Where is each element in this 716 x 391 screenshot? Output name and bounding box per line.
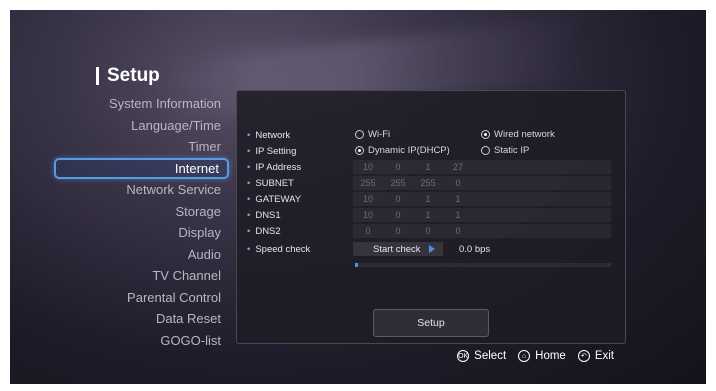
menu-item-display[interactable]: Display [54, 222, 229, 244]
title-marker [96, 67, 99, 85]
dns2-label: DNS2 [247, 226, 280, 237]
settings-menu: System Information Language/Time Timer I… [54, 93, 229, 351]
menu-item-audio[interactable]: Audio [54, 244, 229, 266]
network-label: Network [247, 130, 290, 141]
menu-item-timer[interactable]: Timer [54, 136, 229, 158]
ip-address-row: IP Address 10 0 1 27 [237, 159, 625, 175]
menu-item-system-information[interactable]: System Information [54, 93, 229, 115]
dns1-octet: 1 [455, 210, 461, 220]
subnet-octet: 0 [455, 178, 461, 188]
home-icon: ⌂ [518, 350, 531, 362]
dhcp-radio-label: Dynamic IP(DHCP) [368, 145, 450, 156]
subnet-octet: 255 [360, 178, 376, 188]
dns2-octet: 0 [455, 226, 461, 236]
dns1-row: DNS1 10 0 1 1 [237, 207, 625, 223]
dns1-octet: 1 [425, 210, 431, 220]
home-hint-label: Home [535, 350, 566, 362]
page-title-text: Setup [107, 65, 160, 86]
subnet-field[interactable]: 255 255 255 0 [353, 176, 611, 190]
gateway-row: GATEWAY 10 0 1 1 [237, 191, 625, 207]
menu-item-data-reset[interactable]: Data Reset [54, 308, 229, 330]
gateway-field[interactable]: 10 0 1 1 [353, 192, 611, 206]
menu-item-storage[interactable]: Storage [54, 201, 229, 223]
select-hint-label: Select [474, 350, 507, 362]
footer-hints: OK Select ⌂ Home ↶ Exit [457, 350, 614, 362]
internet-settings-panel: Network Wi-Fi Wired network IP Setting D… [236, 90, 626, 344]
subnet-octet: 255 [420, 178, 436, 188]
radio-off-icon [355, 130, 364, 139]
gateway-octet: 1 [425, 194, 431, 204]
wifi-radio-label: Wi-Fi [368, 129, 391, 140]
exit-hint-label: Exit [594, 350, 614, 362]
menu-item-gogo-list[interactable]: GOGO-list [54, 330, 229, 352]
ip-setting-label: IP Setting [247, 146, 296, 157]
ip-octet: 10 [362, 162, 373, 172]
wired-network-radio-label: Wired network [494, 129, 555, 140]
dns1-field[interactable]: 10 0 1 1 [353, 208, 611, 222]
network-row: Network Wi-Fi Wired network [237, 127, 625, 143]
gateway-label: GATEWAY [247, 194, 301, 205]
menu-item-internet[interactable]: Internet [54, 157, 229, 179]
dns2-octet: 0 [395, 226, 401, 236]
dns1-octet: 0 [395, 210, 401, 220]
dns1-label: DNS1 [247, 210, 280, 221]
menu-item-network-service[interactable]: Network Service [54, 179, 229, 201]
ip-address-label: IP Address [247, 162, 301, 173]
home-hint[interactable]: ⌂ Home [518, 350, 566, 362]
start-check-label: Start check [373, 243, 421, 255]
dns1-octet: 10 [362, 210, 373, 220]
back-icon: ↶ [577, 350, 590, 362]
radio-on-icon [355, 146, 364, 155]
menu-item-tv-channel[interactable]: TV Channel [54, 265, 229, 287]
ip-setting-row: IP Setting Dynamic IP(DHCP) Static IP [237, 143, 625, 159]
wifi-radio[interactable]: Wi-Fi [355, 129, 390, 140]
static-ip-radio-label: Static IP [494, 145, 530, 156]
dns2-octet: 0 [365, 226, 371, 236]
ip-octet: 1 [425, 162, 431, 172]
dns2-field[interactable]: 0 0 0 0 [353, 224, 611, 238]
dns2-row: DNS2 0 0 0 0 [237, 223, 625, 239]
subnet-label: SUBNET [247, 178, 294, 189]
exit-hint[interactable]: ↶ Exit [577, 350, 614, 362]
tv-screen: Setup System Information Language/Time T… [10, 10, 706, 384]
radio-off-icon [481, 146, 490, 155]
ip-address-field[interactable]: 10 0 1 27 [353, 160, 611, 174]
static-ip-radio[interactable]: Static IP [481, 145, 529, 156]
gateway-octet: 10 [362, 194, 373, 204]
speed-progress-bar [355, 263, 611, 267]
gateway-octet: 0 [395, 194, 401, 204]
dhcp-radio[interactable]: Dynamic IP(DHCP) [355, 145, 450, 156]
speed-value: 0.0 bps [459, 244, 491, 255]
dns2-octet: 0 [425, 226, 431, 236]
ok-icon: OK [457, 350, 470, 362]
subnet-octet: 255 [390, 178, 406, 188]
ip-octet: 0 [395, 162, 401, 172]
play-icon [428, 245, 435, 253]
select-hint[interactable]: OK Select [457, 350, 506, 362]
speed-check-label: Speed check [247, 244, 310, 255]
speed-check-row: Speed check Start check 0.0 bps [237, 241, 625, 257]
start-check-button[interactable]: Start check [353, 242, 443, 256]
page-title: Setup [96, 65, 160, 87]
setup-button[interactable]: Setup [373, 309, 489, 337]
radio-on-icon [481, 130, 490, 139]
gateway-octet: 1 [455, 194, 461, 204]
subnet-row: SUBNET 255 255 255 0 [237, 175, 625, 191]
speed-progress-fill [355, 263, 358, 267]
menu-item-parental-control[interactable]: Parental Control [54, 287, 229, 309]
menu-item-language-time[interactable]: Language/Time [54, 115, 229, 137]
ip-octet: 27 [452, 162, 463, 172]
wired-network-radio[interactable]: Wired network [481, 129, 555, 140]
